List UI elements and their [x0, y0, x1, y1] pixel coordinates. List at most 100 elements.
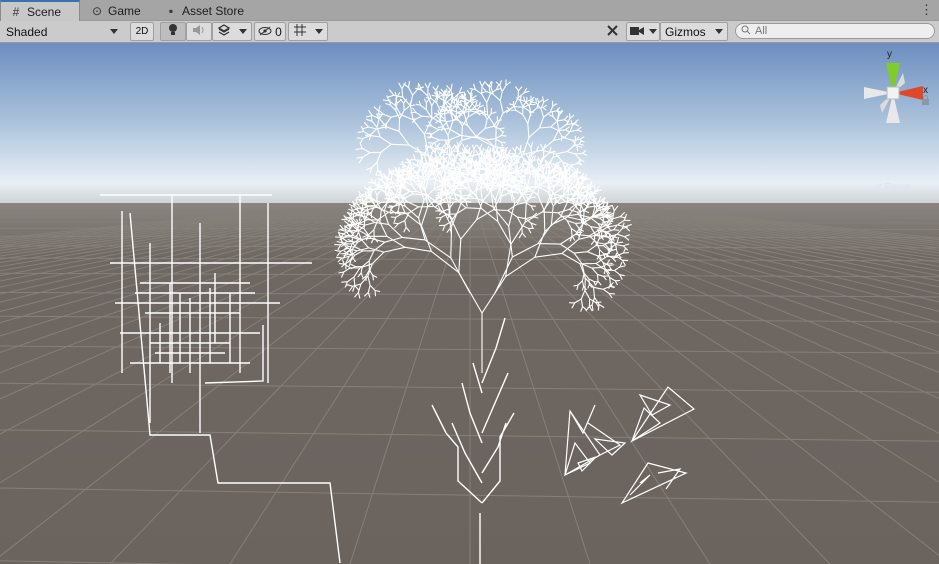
orientation-gizmo[interactable]: y x [858, 49, 930, 133]
tree-branch [595, 301, 602, 304]
camera-icon [629, 25, 644, 39]
layers-icon [217, 24, 231, 39]
tree-branch [450, 226, 453, 258]
toggle-2d-button[interactable]: 2D [130, 22, 154, 41]
tree-branch [417, 82, 420, 89]
tree-branch [376, 161, 379, 171]
tree-branch [468, 147, 471, 154]
tab-asset-store[interactable]: ▪ Asset Store [156, 2, 256, 20]
tree-branch [612, 256, 618, 259]
grid-icon: # [12, 4, 20, 19]
tree-branch [501, 135, 507, 137]
tree-branch [395, 179, 400, 182]
tree-branch [589, 187, 592, 195]
arrow-left-icon: < [876, 182, 883, 193]
tab-game[interactable]: ⊙ Game [82, 2, 154, 20]
scene-canvas [0, 43, 939, 564]
tree-branch [499, 127, 505, 130]
lighting-toggle[interactable] [160, 22, 186, 41]
tree-branch [591, 266, 601, 269]
tree-branch [597, 304, 600, 311]
tree-branch [493, 168, 496, 177]
tree-branch [435, 200, 441, 202]
projection-toggle[interactable]: < Persp [876, 182, 911, 193]
tree-branch [529, 185, 539, 188]
tab-asset-store-label: Asset Store [182, 4, 245, 18]
tree-branch [374, 179, 377, 184]
gizmos-label: Gizmos [665, 24, 706, 39]
tab-game-label: Game [108, 4, 141, 18]
tree-branch [341, 281, 348, 283]
lock-icon[interactable] [921, 95, 930, 107]
tree-branch [409, 159, 416, 161]
search-input[interactable] [755, 25, 925, 37]
toggle-2d-label: 2D [135, 26, 149, 37]
hidden-count: 0 [275, 24, 282, 39]
tree-branch [338, 263, 345, 265]
tree-branch [558, 164, 560, 170]
chevron-down-icon [648, 29, 657, 34]
grid-icon [293, 23, 307, 40]
tree-branch [427, 142, 434, 144]
tab-scene[interactable]: # Scene [0, 0, 80, 21]
tree-branch [365, 197, 368, 206]
effects-dropdown[interactable] [212, 22, 252, 41]
chevron-down-icon [715, 29, 723, 34]
lightbulb-icon [167, 23, 179, 40]
tree-branch [504, 164, 511, 167]
tab-bar: # Scene ⊙ Game ▪ Asset Store ⋮ [0, 0, 939, 21]
tab-menu-icon[interactable]: ⋮ [920, 2, 933, 18]
eye-slash-icon [258, 25, 272, 39]
tree-branch [445, 201, 454, 203]
draw-mode-label: Shaded [6, 24, 48, 39]
tree-branch [434, 189, 440, 191]
wrench-cross-icon [606, 24, 619, 40]
chevron-down-icon [110, 29, 118, 34]
tree-branch [575, 152, 583, 155]
tree-branch [593, 233, 596, 241]
tree-branch [596, 274, 599, 282]
tree-branch [435, 194, 441, 197]
tree-branch [513, 106, 524, 108]
tree-branch [429, 159, 435, 162]
projection-label: Persp [884, 182, 911, 193]
tree-branch [602, 205, 609, 208]
tree-branch [459, 166, 462, 174]
tree-branch [609, 285, 616, 288]
draw-mode-dropdown[interactable]: Shaded [2, 22, 124, 41]
scene-search[interactable] [735, 23, 935, 39]
tree-branch [374, 290, 377, 297]
grid-line [0, 216, 939, 219]
tree-branch [462, 173, 471, 176]
tree-branch [401, 88, 404, 98]
bag-icon: ▪ [168, 4, 174, 18]
tree-branch [384, 185, 387, 194]
tree-branch [418, 205, 434, 208]
tree-branch [390, 216, 396, 218]
tree-branch [435, 216, 442, 219]
scene-visibility-toggle[interactable]: 0 [254, 22, 286, 41]
camera-dropdown[interactable] [626, 22, 660, 41]
tree-branch [366, 209, 369, 215]
gamepad-icon: ⊙ [91, 4, 103, 18]
gizmos-dropdown[interactable]: Gizmos [660, 22, 728, 41]
tree-branch [596, 189, 602, 192]
tree-branch [504, 147, 507, 154]
tree-branch [608, 264, 614, 267]
tree-branch [582, 212, 585, 223]
grid-line [0, 212, 939, 214]
tree-branch [556, 184, 563, 187]
tree-branch [613, 229, 619, 231]
grid-snap-dropdown[interactable] [288, 22, 328, 41]
tools-button[interactable] [600, 22, 624, 41]
scene-viewport[interactable]: y x < Persp [0, 43, 939, 564]
tab-scene-label: Scene [27, 4, 62, 19]
tree-branch [543, 210, 546, 232]
tree-branch [343, 236, 351, 238]
tree-branch [489, 148, 492, 154]
search-icon [741, 24, 751, 38]
audio-toggle[interactable] [186, 22, 212, 41]
tree-branch [510, 109, 517, 112]
tree-branch [496, 167, 499, 178]
tree-branch [608, 220, 614, 222]
